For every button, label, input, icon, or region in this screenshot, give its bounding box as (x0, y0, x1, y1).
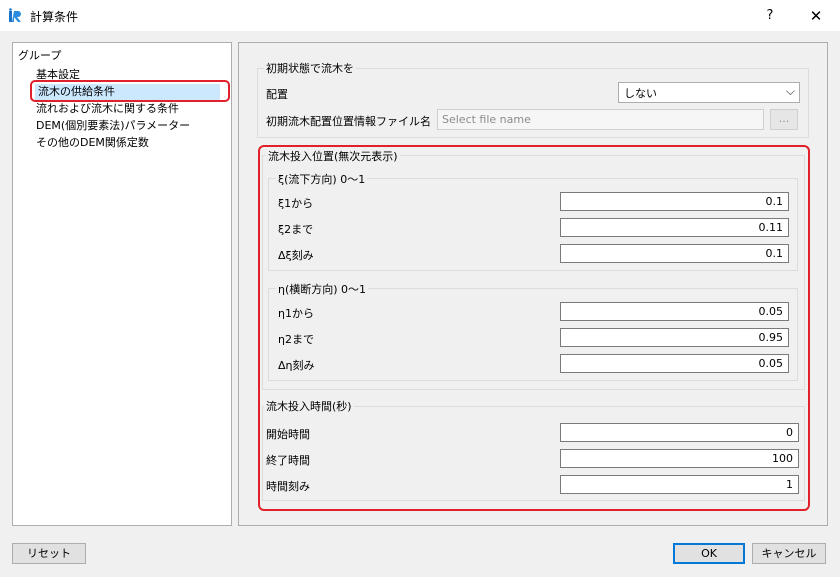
window-title: 計算条件 (30, 10, 79, 24)
group-title: グループ (18, 49, 62, 62)
cancel-button[interactable]: キャンセル (752, 543, 826, 564)
tree-item-flow-and-wood[interactable]: 流れおよび流木に関する条件 (36, 101, 179, 117)
app-logo-icon (9, 8, 21, 22)
file-label: 初期流木配置位置情報ファイル名 (266, 115, 431, 128)
title-bar: 計算条件 ? ✕ (0, 0, 840, 31)
initial-state-title: 初期状態で流木を (264, 60, 356, 76)
reset-button[interactable]: リセット (12, 543, 86, 564)
ok-button[interactable]: OK (673, 543, 745, 564)
supply-settings-highlight-outline (258, 145, 810, 511)
placement-select[interactable]: しない ⌵ (618, 82, 800, 103)
browse-button[interactable]: ... (770, 109, 798, 130)
tree-item-dem-constants[interactable]: その他のDEM関係定数 (36, 135, 149, 151)
group-tree-panel: グループ 基本設定 流木の供給条件 流れおよび流木に関する条件 DEM(個別要素… (12, 42, 232, 526)
file-name-input[interactable]: Select file name (437, 109, 764, 130)
chevron-down-icon: ⌵ (785, 84, 795, 98)
help-button[interactable]: ? (756, 4, 784, 28)
tree-item-dem-parameters[interactable]: DEM(個別要素法)パラメーター (36, 118, 190, 134)
placement-label: 配置 (266, 88, 288, 101)
placement-value: しない (624, 87, 657, 100)
close-button[interactable]: ✕ (796, 4, 836, 28)
selection-highlight-outline (30, 80, 230, 102)
